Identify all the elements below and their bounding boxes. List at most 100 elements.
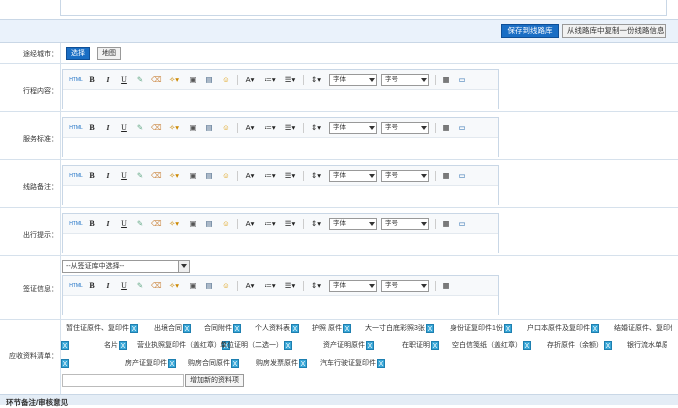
- font-family-select[interactable]: 字体: [329, 280, 377, 292]
- remove-icon[interactable]: X: [61, 358, 69, 368]
- unordered-list-icon[interactable]: ☰▾: [283, 170, 297, 182]
- font-color-button[interactable]: A▾: [243, 74, 257, 86]
- remove-icon[interactable]: X: [119, 340, 127, 350]
- font-size-select[interactable]: 字号: [381, 218, 429, 230]
- remove-icon[interactable]: X: [377, 358, 385, 368]
- bold-button[interactable]: B: [87, 170, 97, 182]
- emoticon-icon[interactable]: ☺: [221, 122, 231, 134]
- visa-rich-text-editor[interactable]: HTML B I U ✎ ⌫ ✧▾ ▣ ▤ ☺ A▾ ≔▾ ☰▾ ⇕▾ 字体 字号 ▦: [62, 275, 499, 315]
- italic-button[interactable]: I: [103, 280, 113, 292]
- font-family-select[interactable]: 字体: [329, 122, 377, 134]
- remove-icon[interactable]: X: [431, 340, 439, 350]
- eraser-icon[interactable]: ⌫: [151, 170, 162, 182]
- bold-button[interactable]: B: [87, 122, 97, 134]
- html-source-icon[interactable]: HTML: [69, 122, 83, 134]
- remove-icon[interactable]: X: [342, 323, 351, 333]
- unordered-list-icon[interactable]: ☰▾: [283, 280, 297, 292]
- emoticon-icon[interactable]: ☺: [221, 170, 231, 182]
- bold-button[interactable]: B: [87, 280, 97, 292]
- font-size-select[interactable]: 字号: [381, 122, 429, 134]
- save-draft-icon[interactable]: ▣: [188, 170, 198, 182]
- new-document-input[interactable]: [62, 374, 184, 387]
- font-family-select[interactable]: 字体: [329, 218, 377, 230]
- emoticon-icon[interactable]: ☺: [221, 218, 231, 230]
- table-icon[interactable]: ▦: [441, 170, 451, 182]
- image-icon[interactable]: ▤: [204, 218, 214, 230]
- image-icon[interactable]: ▤: [204, 280, 214, 292]
- ordered-list-icon[interactable]: ≔▾: [263, 170, 277, 182]
- remove-icon[interactable]: X: [299, 358, 307, 368]
- save-draft-icon[interactable]: ▣: [188, 122, 198, 134]
- eraser-icon[interactable]: ⌫: [151, 74, 162, 86]
- format-brush-icon[interactable]: ✎: [135, 122, 145, 134]
- ordered-list-icon[interactable]: ≔▾: [263, 280, 277, 292]
- html-source-icon[interactable]: HTML: [69, 170, 83, 182]
- html-source-icon[interactable]: HTML: [69, 280, 83, 292]
- remove-icon[interactable]: X: [523, 340, 531, 350]
- remove-icon[interactable]: X: [168, 358, 176, 368]
- copy-from-route-library-button[interactable]: 从线路库中复制一份线路信息: [562, 24, 666, 38]
- fullscreen-icon[interactable]: ▭: [457, 122, 467, 134]
- remove-icon[interactable]: X: [591, 323, 599, 333]
- font-color-button[interactable]: A▾: [243, 122, 257, 134]
- rich-text-editor[interactable]: HTML B I U ✎ ⌫ ✧▾ ▣ ▤ ☺ A▾ ≔▾ ☰▾ ⇕▾ 字体 字号 ▦ ▭: [62, 69, 499, 109]
- font-family-select[interactable]: 字体: [329, 170, 377, 182]
- rich-text-editor[interactable]: HTML B I U ✎ ⌫ ✧▾ ▣ ▤ ☺ A▾ ≔▾ ☰▾ ⇕▾ 字体 字号 ▦ ▭: [62, 165, 499, 205]
- emoticon-icon[interactable]: ☺: [221, 74, 231, 86]
- rich-text-editor[interactable]: HTML B I U ✎ ⌫ ✧▾ ▣ ▤ ☺ A▾ ≔▾ ☰▾ ⇕▾ 字体 字号 ▦ ▭: [62, 213, 499, 253]
- image-icon[interactable]: ▤: [204, 74, 214, 86]
- font-family-select[interactable]: 字体: [329, 74, 377, 86]
- save-draft-icon[interactable]: ▣: [188, 280, 198, 292]
- font-size-select[interactable]: 字号: [381, 170, 429, 182]
- table-icon[interactable]: ▦: [441, 280, 451, 292]
- map-button[interactable]: 地图: [97, 47, 121, 60]
- image-icon[interactable]: ▤: [204, 170, 214, 182]
- underline-button[interactable]: U: [119, 122, 129, 134]
- font-color-button[interactable]: A▾: [243, 170, 257, 182]
- table-icon[interactable]: ▦: [441, 74, 451, 86]
- save-draft-icon[interactable]: ▣: [188, 218, 198, 230]
- editor-content-area[interactable]: [63, 186, 498, 205]
- remove-icon[interactable]: X: [284, 340, 292, 350]
- fullscreen-icon[interactable]: ▭: [457, 74, 467, 86]
- bold-button[interactable]: B: [87, 218, 97, 230]
- remove-icon[interactable]: X: [366, 340, 374, 350]
- font-size-select[interactable]: 字号: [381, 280, 429, 292]
- line-height-icon[interactable]: ⇕▾: [309, 74, 323, 86]
- unordered-list-icon[interactable]: ☰▾: [283, 218, 297, 230]
- table-icon[interactable]: ▦: [441, 122, 451, 134]
- save-draft-icon[interactable]: ▣: [188, 74, 198, 86]
- ordered-list-icon[interactable]: ≔▾: [263, 74, 277, 86]
- underline-button[interactable]: U: [119, 280, 129, 292]
- unordered-list-icon[interactable]: ☰▾: [283, 122, 297, 134]
- save-to-route-library-button[interactable]: 保存到线路库: [501, 24, 559, 38]
- fullscreen-icon[interactable]: ▭: [457, 170, 467, 182]
- italic-button[interactable]: I: [103, 74, 113, 86]
- line-height-icon[interactable]: ⇕▾: [309, 122, 323, 134]
- html-source-icon[interactable]: HTML: [69, 218, 83, 230]
- ordered-list-icon[interactable]: ≔▾: [263, 122, 277, 134]
- html-source-icon[interactable]: HTML: [69, 74, 83, 86]
- ordered-list-icon[interactable]: ≔▾: [263, 218, 277, 230]
- remove-icon[interactable]: X: [503, 323, 512, 333]
- line-height-icon[interactable]: ⇕▾: [309, 280, 323, 292]
- add-document-button[interactable]: 增加新的资料项: [185, 374, 244, 387]
- remove-icon[interactable]: X: [130, 323, 138, 333]
- table-icon[interactable]: ▦: [441, 218, 451, 230]
- eraser-icon[interactable]: ⌫: [151, 122, 162, 134]
- editor-content-area[interactable]: [63, 234, 498, 253]
- magic-wand-icon[interactable]: ✧▾: [167, 280, 181, 292]
- remove-icon[interactable]: X: [183, 323, 191, 333]
- magic-wand-icon[interactable]: ✧▾: [167, 74, 181, 86]
- bold-button[interactable]: B: [87, 74, 97, 86]
- remove-icon[interactable]: X: [604, 340, 612, 350]
- format-brush-icon[interactable]: ✎: [135, 74, 145, 86]
- format-brush-icon[interactable]: ✎: [135, 280, 145, 292]
- rich-text-editor[interactable]: HTML B I U ✎ ⌫ ✧▾ ▣ ▤ ☺ A▾ ≔▾ ☰▾ ⇕▾ 字体 字号 ▦ ▭: [62, 117, 499, 157]
- underline-button[interactable]: U: [119, 218, 129, 230]
- editor-content-area[interactable]: [63, 90, 498, 109]
- italic-button[interactable]: I: [103, 122, 113, 134]
- image-icon[interactable]: ▤: [204, 122, 214, 134]
- previous-editor-area[interactable]: [60, 0, 667, 16]
- font-color-button[interactable]: A▾: [243, 218, 257, 230]
